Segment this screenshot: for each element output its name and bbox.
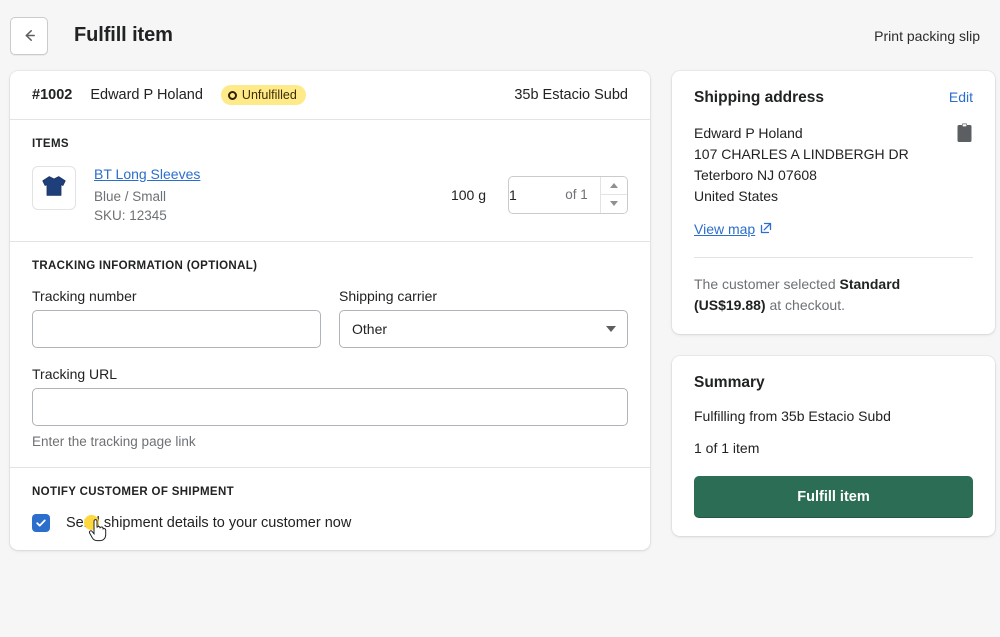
summary-title: Summary [694,374,765,391]
status-badge: Unfulfilled [220,85,306,105]
summary-body: Summary Fulfilling from 35b Estacio Subd… [672,356,995,536]
check-icon [36,519,46,527]
main-column: #1002 Edward P Holand Unfulfilled 35b Es… [10,71,650,550]
shipping-carrier-label: Shipping carrier [339,288,438,304]
unfulfilled-circle-icon [227,90,237,100]
shipping-address-divider [694,257,973,258]
note-prefix: The customer selected [694,276,840,292]
shipping-address-card: Shipping address Edit Edward P Holand 10… [672,71,995,334]
page-header: Fulfill item Print packing slip [0,0,1000,71]
page-layout: #1002 Edward P Holand Unfulfilled 35b Es… [0,71,1000,550]
note-suffix: at checkout. [765,297,845,313]
summary-fulfilling-from: Fulfilling from 35b Estacio Subd [694,408,891,424]
fulfill-item-button[interactable]: Fulfill item [694,476,973,518]
chevron-up-icon [610,182,618,188]
product-thumbnail [32,166,76,210]
long-sleeve-shirt-icon [39,171,69,206]
address-line: United States [694,188,779,204]
clipboard-icon [956,123,973,147]
line-item-info: BT Long Sleeves Blue / Small SKU: 12345 [94,166,200,223]
quantity-total-label: of 1 [565,187,588,202]
external-link-icon [760,221,772,237]
items-section: ITEMS BT Long Sleeves Blue / Small SKU: … [10,120,650,241]
tracking-field-row: Tracking number Shipping carrier Other [32,288,628,348]
order-location: 35b Estacio Subd [514,87,628,103]
fulfillment-card: #1002 Edward P Holand Unfulfilled 35b Es… [10,71,650,550]
address-block: Edward P Holand 107 CHARLES A LINDBERGH … [694,123,973,207]
shipping-method-note: The customer selected Standard (US$19.88… [694,274,973,316]
view-map-link[interactable]: View map [694,221,772,237]
order-number: #1002 [32,87,73,103]
shipping-address-title: Shipping address [694,89,825,106]
quantity-stepper[interactable]: of 1 [508,175,628,214]
address-line: Edward P Holand [694,125,803,141]
notify-section-label: NOTIFY CUSTOMER OF SHIPMENT [32,486,234,498]
summary-card: Summary Fulfilling from 35b Estacio Subd… [672,356,995,536]
tracking-section-label: TRACKING INFORMATION (OPTIONAL) [32,260,258,272]
tracking-number-field: Tracking number [32,288,321,348]
notify-checkbox[interactable] [32,514,50,532]
page-title: Fulfill item [74,24,173,46]
tracking-url-input[interactable] [32,388,628,426]
arrow-left-icon [21,27,38,44]
product-weight: 100 g [450,186,486,203]
tracking-section: TRACKING INFORMATION (OPTIONAL) Tracking… [10,242,650,467]
view-map-label: View map [694,221,756,237]
print-packing-slip-button[interactable]: Print packing slip [874,28,980,44]
shipping-carrier-select-wrap: Other [339,310,628,348]
tracking-url-field: Tracking URL Enter the tracking page lin… [32,366,628,449]
chevron-down-icon [610,201,618,207]
order-summary-row: #1002 Edward P Holand Unfulfilled 35b Es… [10,71,650,119]
notify-section: NOTIFY CUSTOMER OF SHIPMENT Send shipmen… [10,468,650,550]
edit-address-button[interactable]: Edit [949,89,973,105]
tracking-number-input[interactable] [32,310,321,348]
tracking-url-help-text: Enter the tracking page link [32,434,196,449]
address-line: 107 CHARLES A LINDBERGH DR [694,146,909,162]
side-column: Shipping address Edit Edward P Holand 10… [672,71,995,536]
product-variant: Blue / Small [94,189,167,204]
notify-checkbox-label[interactable]: Send shipment details to your customer n… [66,515,351,531]
notify-checkbox-row[interactable]: Send shipment details to your customer n… [32,514,628,542]
shipping-address-header: Shipping address Edit [694,89,973,107]
status-badge-label: Unfulfilled [241,88,297,102]
quantity-input[interactable] [509,176,553,213]
shipping-address-body: Shipping address Edit Edward P Holand 10… [672,71,995,334]
back-button[interactable] [10,16,48,55]
items-section-label: ITEMS [32,138,69,150]
tracking-number-label: Tracking number [32,288,137,304]
copy-address-button[interactable] [956,123,973,143]
line-item-row: BT Long Sleeves Blue / Small SKU: 12345 … [32,166,628,223]
product-sku: SKU: 12345 [94,208,167,223]
quantity-increment-button[interactable] [601,176,627,194]
tracking-url-label: Tracking URL [32,366,118,382]
shipping-carrier-select[interactable]: Other [339,310,628,348]
order-customer-name: Edward P Holand [90,87,203,103]
address-line: Teterboro NJ 07608 [694,167,817,183]
shipping-carrier-field: Shipping carrier Other [339,288,628,348]
quantity-decrement-button[interactable] [601,194,627,213]
product-title-link[interactable]: BT Long Sleeves [94,166,200,182]
quantity-arrows [600,176,627,213]
summary-item-count: 1 of 1 item [694,440,760,456]
